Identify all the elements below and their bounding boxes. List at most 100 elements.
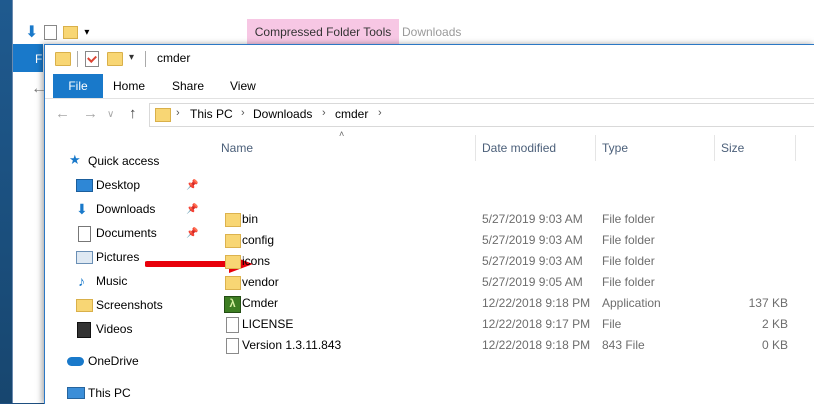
nav-item-label: OneDrive (88, 354, 139, 368)
folder-icon (155, 108, 171, 122)
chevron-down-icon[interactable]: ▾ (129, 52, 134, 63)
folder-icon (225, 255, 241, 269)
file-type: 843 File (602, 338, 645, 352)
window-title: cmder (157, 51, 191, 65)
file-type: File folder (602, 275, 655, 289)
breadcrumb-separator-icon[interactable]: › (322, 107, 326, 119)
music-icon: ♪ (78, 273, 85, 289)
pictures-icon (76, 251, 93, 264)
folder-icon (76, 299, 93, 312)
file-date: 5/27/2019 9:03 AM (482, 212, 583, 226)
background-titlebar: ⬇ ▾ Compressed Folder Tools Downloads (13, 0, 814, 45)
breadcrumb-separator-icon[interactable]: › (378, 107, 382, 119)
file-date: 12/22/2018 9:18 PM (482, 296, 591, 310)
column-divider[interactable] (714, 135, 715, 161)
file-row-cmder[interactable]: λ Cmder 12/22/2018 9:18 PM Application 1… (205, 293, 814, 314)
file-row-icons[interactable]: icons 5/27/2019 9:03 AM File folder (205, 251, 814, 272)
nav-item-label: Pictures (96, 250, 140, 264)
lambda-app-icon: λ (224, 296, 241, 313)
file-icon (226, 338, 239, 354)
file-row-bin[interactable]: bin 5/27/2019 9:03 AM File folder (205, 209, 814, 230)
ribbon-tabs: File Home Share View (45, 74, 814, 99)
file-row-config[interactable]: config 5/27/2019 9:03 AM File folder (205, 230, 814, 251)
nav-item-label: Videos (96, 322, 133, 336)
onedrive-cloud-icon (67, 357, 84, 366)
file-size: 0 KB (761, 338, 788, 352)
compressed-folder-tools-tab[interactable]: Compressed Folder Tools (247, 19, 399, 45)
file-name: icons (242, 254, 271, 268)
nav-item-label: Quick access (88, 154, 160, 168)
file-type: File folder (602, 254, 655, 268)
file-date: 12/22/2018 9:18 PM (482, 338, 591, 352)
file-size: 2 KB (761, 317, 788, 331)
breadcrumb-separator-icon[interactable]: › (241, 107, 245, 119)
file-list: ˄ Name Date modified Type Size bin 5/27/… (205, 129, 814, 404)
folder-icon (225, 213, 241, 227)
file-name: config (242, 233, 275, 247)
file-row-vendor[interactable]: vendor 5/27/2019 9:05 AM File folder (205, 272, 814, 293)
nav-item-label: Music (96, 274, 128, 288)
nav-item-label: Screenshots (96, 298, 163, 312)
column-header-name[interactable]: Name (221, 137, 253, 159)
breadcrumb-cmder[interactable]: cmder (335, 107, 368, 121)
file-name: LICENSE (242, 317, 294, 331)
breadcrumb-separator-icon[interactable]: › (176, 107, 180, 119)
file-date: 5/27/2019 9:03 AM (482, 233, 583, 247)
forward-arrow-icon[interactable]: → (83, 105, 98, 122)
divider (77, 51, 78, 67)
column-divider[interactable] (595, 135, 596, 161)
column-divider[interactable] (795, 135, 796, 161)
back-arrow-icon[interactable]: ← (55, 105, 70, 122)
titlebar: ▾ cmder (45, 45, 814, 74)
explorer-window: ▾ cmder File Home Share View ← → ∨ ↑ › T… (44, 44, 814, 404)
pin-icon[interactable]: 📌 (186, 175, 198, 197)
column-header-date-modified[interactable]: Date modified (482, 137, 556, 159)
address-row: ← → ∨ ↑ › This PC › Downloads › cmder › (45, 99, 814, 131)
file-date: 12/22/2018 9:17 PM (482, 317, 591, 331)
background-file-tab-label: F (35, 52, 43, 66)
file-type: Application (602, 296, 661, 310)
videos-icon (77, 322, 91, 338)
new-folder-icon[interactable] (107, 52, 123, 66)
chevron-down-icon[interactable]: ▾ (84, 27, 89, 38)
folder-icon (63, 25, 79, 39)
file-row-version[interactable]: Version 1.3.11.843 12/22/2018 9:18 PM 84… (205, 335, 814, 356)
file-date: 5/27/2019 9:05 AM (482, 275, 583, 289)
file-row-license[interactable]: LICENSE 12/22/2018 9:17 PM File 2 KB (205, 314, 814, 335)
column-header-size[interactable]: Size (721, 137, 744, 159)
folder-icon (225, 234, 241, 248)
nav-item-label: This PC (88, 386, 131, 400)
download-arrow-icon: ⬇ (76, 201, 88, 217)
tab-home[interactable]: Home (113, 74, 145, 98)
star-icon: ★ (69, 152, 81, 167)
file-name: bin (242, 212, 259, 226)
pin-icon[interactable]: 📌 (186, 223, 198, 245)
pin-icon[interactable]: 📌 (186, 199, 198, 221)
file-type: File (602, 317, 622, 331)
folder-icon (55, 52, 71, 66)
chevron-down-icon[interactable]: ∨ (107, 109, 114, 120)
documents-icon (78, 226, 91, 242)
column-header-type[interactable]: Type (602, 137, 628, 159)
column-divider[interactable] (475, 135, 476, 161)
tab-file[interactable]: File (53, 74, 103, 98)
address-bar[interactable]: › This PC › Downloads › cmder › (149, 103, 814, 127)
file-type: File folder (602, 212, 655, 226)
file-icon (226, 317, 239, 333)
file-date: 5/27/2019 9:03 AM (482, 254, 583, 268)
tab-view[interactable]: View (230, 74, 256, 98)
file-size: 137 KB (748, 296, 788, 310)
properties-icon[interactable] (85, 51, 99, 67)
desktop-icon (76, 179, 93, 192)
nav-item-label: Desktop (96, 178, 141, 192)
breadcrumb-this-pc[interactable]: This PC (190, 107, 233, 121)
up-arrow-icon[interactable]: ↑ (129, 105, 137, 122)
folder-icon (225, 276, 241, 290)
divider (145, 51, 146, 67)
background-quick-access: ⬇ ▾ (25, 22, 89, 42)
tab-share[interactable]: Share (172, 74, 204, 98)
breadcrumb-downloads[interactable]: Downloads (253, 107, 312, 121)
properties-icon (44, 24, 58, 40)
file-name: Cmder (242, 296, 279, 310)
file-name: Version 1.3.11.843 (242, 338, 342, 352)
